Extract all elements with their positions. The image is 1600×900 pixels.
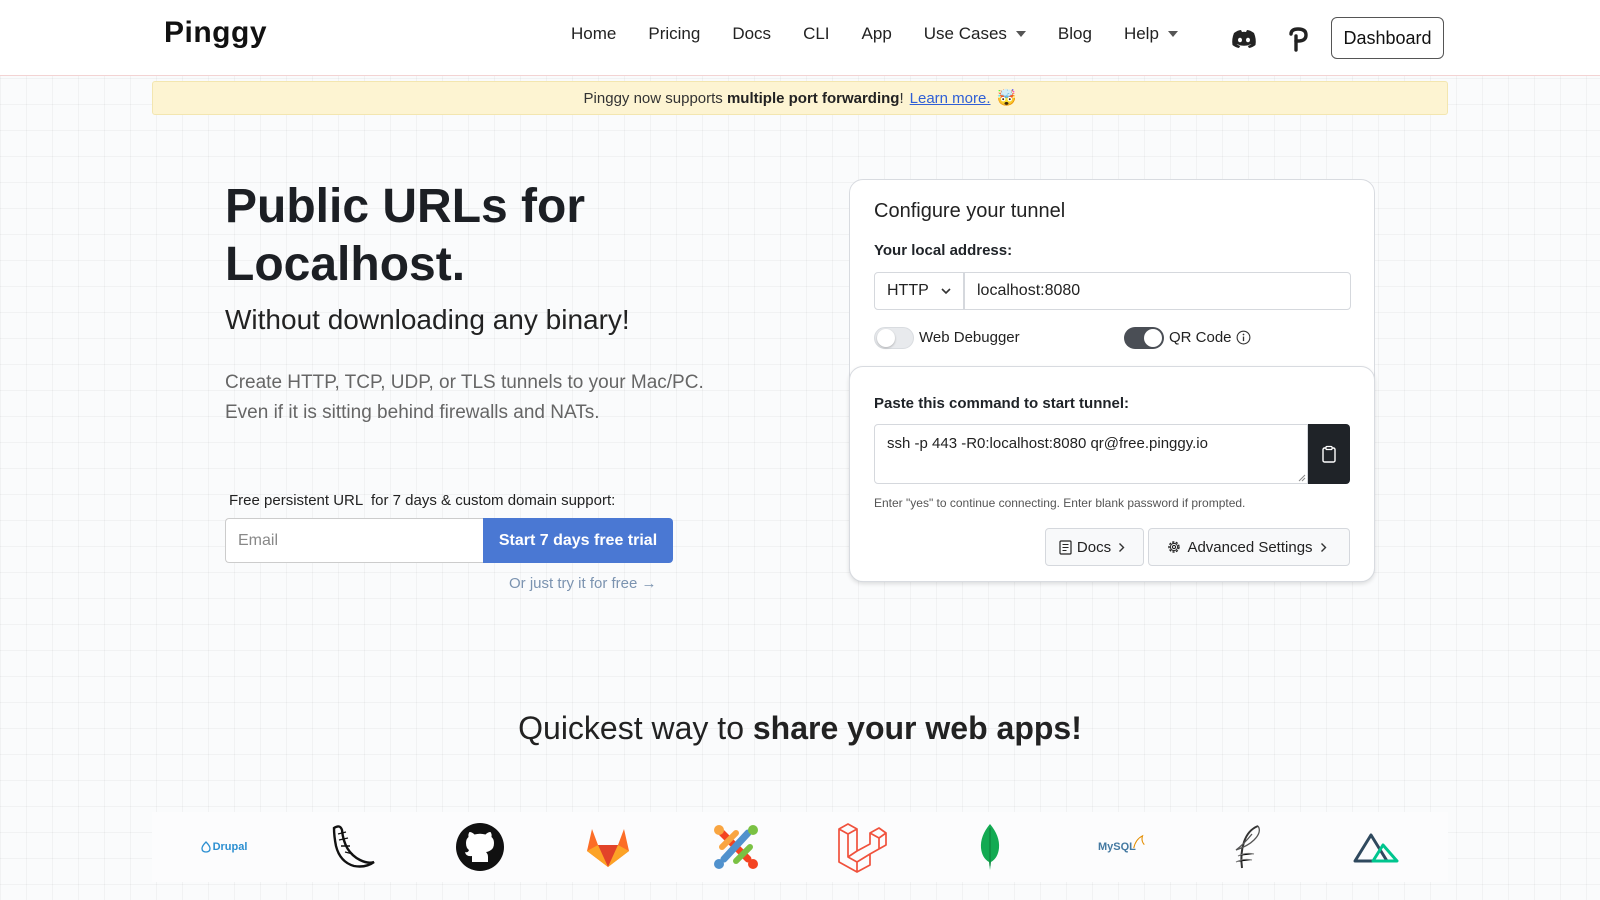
nav-link-app[interactable]: App — [862, 24, 892, 44]
hero-title: Public URLs for Localhost. — [225, 180, 586, 291]
dashboard-button[interactable]: Dashboard — [1331, 17, 1444, 59]
clipboard-icon — [1322, 445, 1336, 463]
local-address-label: Your local address: — [874, 242, 1013, 259]
top-navbar: Pinggy Home Pricing Docs CLI App Use Cas… — [0, 0, 1600, 76]
chevron-right-icon — [1320, 542, 1327, 552]
gitlab-logo — [587, 829, 629, 867]
protocol-select[interactable]: HTTP — [874, 272, 964, 310]
resize-handle-icon[interactable] — [1298, 474, 1306, 482]
chevron-right-icon — [1119, 542, 1125, 552]
github-logo — [456, 823, 504, 871]
announcement-banner: Pinggy now supports multiple port forwar… — [152, 81, 1448, 115]
gear-icon — [1168, 541, 1181, 553]
document-icon — [1059, 539, 1072, 555]
nav-links: Home Pricing Docs CLI App Use Cases Blog… — [571, 24, 1210, 44]
qr-code-label-wrap: QR Code — [1169, 329, 1251, 346]
discord-icon[interactable] — [1230, 25, 1258, 53]
nav-link-docs[interactable]: Docs — [732, 24, 771, 44]
command-hint: Enter "yes" to continue connecting. Ente… — [874, 496, 1246, 510]
email-input[interactable] — [225, 518, 483, 563]
advanced-settings-button[interactable]: Advanced Settings — [1148, 528, 1350, 566]
sqlite-logo — [1235, 825, 1260, 869]
nav-link-blog[interactable]: Blog — [1058, 24, 1092, 44]
caret-down-icon — [1015, 31, 1026, 37]
command-card: Paste this command to start tunnel: ssh … — [849, 366, 1375, 582]
command-textarea[interactable]: ssh -p 443 -R0:localhost:8080 qr@free.pi… — [874, 424, 1308, 484]
config-title: Configure your tunnel — [874, 200, 1066, 222]
info-icon[interactable] — [1236, 330, 1251, 345]
mysql-dolphin-icon — [1133, 834, 1145, 849]
mongodb-logo — [980, 824, 1000, 870]
hero-description: Create HTTP, TCP, UDP, or TLS tunnels to… — [225, 372, 704, 423]
docs-button[interactable]: Docs — [1045, 528, 1144, 566]
exploding-head-emoji: 🤯 — [996, 90, 1017, 107]
laravel-logo — [838, 823, 887, 873]
brand-logo[interactable]: Pinggy — [164, 16, 267, 50]
drupal-drop-icon — [200, 841, 211, 853]
command-label: Paste this command to start tunnel: — [874, 395, 1130, 412]
nav-link-pricing[interactable]: Pricing — [648, 24, 700, 44]
caret-down-icon — [1167, 31, 1178, 37]
try-free-link[interactable]: Or just try it for free → — [509, 575, 657, 592]
hero-subtitle: Without downloading any binary! — [225, 304, 630, 335]
mysql-logo: MySQL — [1098, 821, 1146, 873]
nav-link-use-cases[interactable]: Use Cases — [924, 24, 1026, 44]
pinggy-p-icon[interactable] — [1285, 25, 1313, 53]
flask-logo — [332, 825, 375, 868]
nav-link-help[interactable]: Help — [1124, 24, 1178, 44]
nav-link-cli[interactable]: CLI — [803, 24, 829, 44]
web-debugger-toggle[interactable] — [874, 327, 914, 349]
nav-link-home[interactable]: Home — [571, 24, 616, 44]
qr-code-label: QR Code — [1169, 329, 1232, 346]
qr-code-toggle[interactable] — [1124, 327, 1164, 349]
start-trial-button[interactable]: Start 7 days free trial — [483, 518, 673, 563]
copy-command-button[interactable] — [1308, 424, 1350, 484]
learn-more-link[interactable]: Learn more. — [910, 90, 991, 107]
trial-label: Free persistent URL for 7 days & custom … — [229, 492, 616, 509]
local-address-input[interactable] — [964, 272, 1351, 310]
nuxt-logo — [1353, 833, 1399, 863]
chevron-down-icon — [941, 288, 951, 295]
drupal-logo: Drupal — [196, 821, 252, 873]
joomla-logo — [714, 825, 758, 869]
share-heading: Quickest way to share your web apps! — [518, 710, 1082, 746]
web-debugger-label: Web Debugger — [919, 329, 1020, 346]
